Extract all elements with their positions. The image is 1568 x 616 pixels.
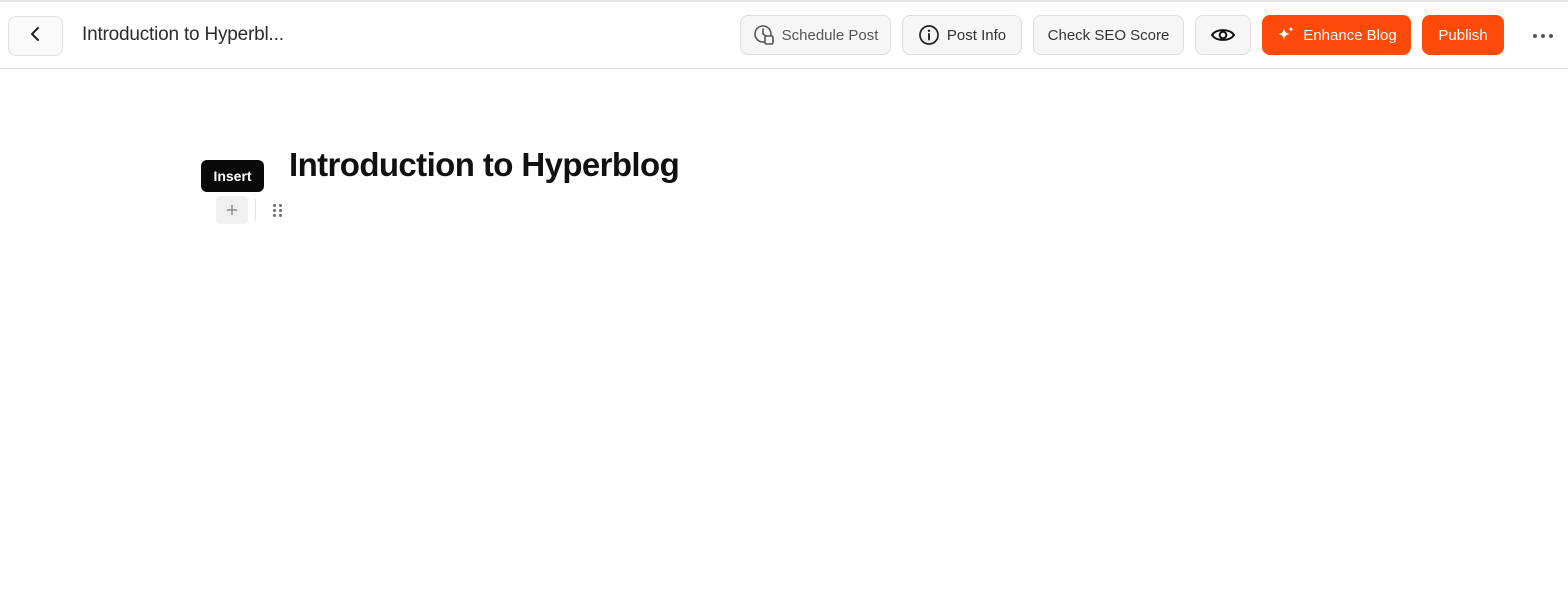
post-info-label: Post Info xyxy=(946,26,1007,44)
plus-icon xyxy=(226,200,238,221)
schedule-post-label: Schedule Post xyxy=(781,26,879,44)
publish-label: Publish xyxy=(1438,26,1488,44)
check-seo-score-button[interactable]: Check SEO Score xyxy=(1033,15,1184,55)
info-circle-icon xyxy=(918,24,940,46)
preview-button[interactable] xyxy=(1195,15,1251,55)
schedule-post-button[interactable]: Schedule Post xyxy=(740,15,891,55)
sparkle-icon xyxy=(1276,25,1296,45)
check-seo-score-label: Check SEO Score xyxy=(1047,26,1170,44)
chevron-left-icon xyxy=(27,25,45,48)
insert-block-button[interactable] xyxy=(216,196,248,224)
enhance-blog-label: Enhance Blog xyxy=(1303,26,1397,44)
post-info-button[interactable]: Post Info xyxy=(902,15,1022,55)
enhance-blog-button[interactable]: Enhance Blog xyxy=(1262,15,1411,55)
publish-button[interactable]: Publish xyxy=(1422,15,1504,55)
eye-icon xyxy=(1210,26,1236,44)
post-heading[interactable]: Introduction to Hyperblog xyxy=(289,146,680,184)
document-title: Introduction to Hyperbl... xyxy=(82,24,284,45)
more-options-button[interactable] xyxy=(1524,24,1562,48)
editor-header: Introduction to Hyperbl... Schedule Post… xyxy=(0,2,1568,69)
more-horizontal-icon xyxy=(1533,34,1537,38)
drag-handle-icon[interactable] xyxy=(270,202,284,218)
back-button[interactable] xyxy=(8,16,63,56)
clock-calendar-icon xyxy=(753,24,775,46)
block-controls-divider xyxy=(255,199,256,221)
insert-tooltip: Insert xyxy=(201,160,264,192)
